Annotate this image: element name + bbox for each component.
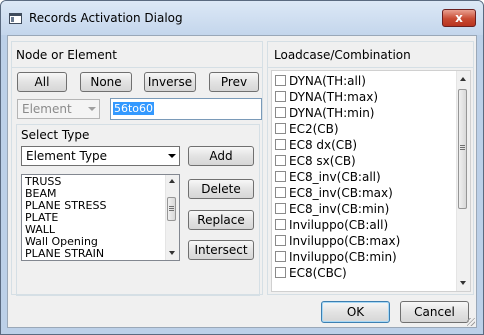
element-type-combo-value: Element Type xyxy=(26,149,108,163)
title-bar[interactable]: Records Activation Dialog x xyxy=(1,1,483,35)
loadcase-panel: Loadcase/Combination DYNA(TH:all) DYNA(T… xyxy=(267,41,474,295)
node-element-combo-value: Element xyxy=(22,102,72,116)
selection-text: 56to60 xyxy=(113,102,155,115)
scroll-up-icon[interactable] xyxy=(169,179,175,183)
element-type-list[interactable]: TRUSS BEAM PLANE STRESS PLATE WALL Wall … xyxy=(21,174,180,261)
node-element-panel: Node or Element All None Inverse Prev El… xyxy=(11,41,263,296)
window-title: Records Activation Dialog xyxy=(29,11,183,25)
node-element-combo[interactable]: Element xyxy=(17,99,100,119)
app-window-icon xyxy=(9,13,22,24)
intersect-button[interactable]: Intersect xyxy=(188,240,254,260)
checkbox[interactable] xyxy=(275,171,286,182)
add-button[interactable]: Add xyxy=(188,146,254,166)
close-button[interactable]: x xyxy=(442,9,476,27)
loadcase-scrollbar[interactable] xyxy=(456,71,470,291)
loadcase-label: EC8 dx(CB) xyxy=(289,138,358,152)
checkbox[interactable] xyxy=(275,139,286,150)
chevron-down-icon xyxy=(168,154,176,158)
delete-button[interactable]: Delete xyxy=(188,179,254,199)
replace-button[interactable]: Replace xyxy=(188,210,254,230)
select-type-label: Select Type xyxy=(21,128,90,142)
checkbox[interactable] xyxy=(275,187,286,198)
grip-line xyxy=(169,206,174,207)
element-list-scrollbar[interactable] xyxy=(165,175,179,260)
grip-line xyxy=(169,210,174,211)
checkbox[interactable] xyxy=(275,203,286,214)
loadcase-list[interactable]: DYNA(TH:all) DYNA(TH:max) DYNA(TH:min) E… xyxy=(271,70,471,292)
checkbox[interactable] xyxy=(275,251,286,262)
grip-line xyxy=(169,208,174,209)
checkbox[interactable] xyxy=(275,155,286,166)
loadcase-header: Loadcase/Combination xyxy=(274,48,411,62)
loadcase-label: Inviluppo(CB:min) xyxy=(289,250,397,264)
loadcase-label: EC8 sx(CB) xyxy=(289,154,356,168)
prev-button[interactable]: Prev xyxy=(209,72,259,92)
chevron-down-icon xyxy=(88,107,96,111)
scroll-down-icon[interactable] xyxy=(169,251,175,255)
checkbox[interactable] xyxy=(275,219,286,230)
all-button[interactable]: All xyxy=(17,72,67,92)
selection-input[interactable]: 56to60 xyxy=(110,98,262,120)
list-item[interactable]: PLANE STRAIN xyxy=(25,248,104,260)
loadcase-label: DYNA(TH:min) xyxy=(289,106,375,120)
inverse-button[interactable]: Inverse xyxy=(144,72,196,92)
element-type-combo[interactable]: Element Type xyxy=(21,146,180,166)
loadcase-label: DYNA(TH:all) xyxy=(289,74,366,88)
checkbox[interactable] xyxy=(275,107,286,118)
grip-line xyxy=(460,145,465,146)
ok-button[interactable]: OK xyxy=(321,301,390,323)
loadcase-label: EC8_inv(CB:max) xyxy=(289,186,393,200)
select-type-group: Select Type Element Type Add TRUSS BEAM … xyxy=(16,124,260,296)
scroll-up-icon[interactable] xyxy=(460,77,466,81)
grip-line xyxy=(460,147,465,148)
scroll-thumb[interactable] xyxy=(167,197,176,221)
loadcase-label: EC8(CBC) xyxy=(289,266,347,280)
dialog-body: Node or Element All None Inverse Prev El… xyxy=(7,35,477,328)
loadcase-label: Inviluppo(CB:all) xyxy=(289,218,389,232)
checkbox[interactable] xyxy=(275,123,286,134)
cancel-button[interactable]: Cancel xyxy=(400,301,469,323)
loadcase-label: Inviluppo(CB:max) xyxy=(289,234,401,248)
loadcase-label: EC8_inv(CB:min) xyxy=(289,202,390,216)
resize-grip-icon[interactable] xyxy=(467,318,475,326)
grip-line xyxy=(460,149,465,150)
loadcase-label: DYNA(TH:max) xyxy=(289,90,379,104)
checkbox[interactable] xyxy=(275,91,286,102)
dialog-window: Records Activation Dialog x Node or Elem… xyxy=(0,0,484,335)
header-divider xyxy=(12,67,262,68)
checkbox[interactable] xyxy=(275,267,286,278)
node-element-header: Node or Element xyxy=(16,48,117,62)
none-button[interactable]: None xyxy=(80,72,132,92)
loadcase-label: EC8_inv(CB:all) xyxy=(289,170,381,184)
header-divider xyxy=(268,67,473,68)
checkbox[interactable] xyxy=(275,75,286,86)
scroll-down-icon[interactable] xyxy=(460,281,466,285)
scroll-thumb[interactable] xyxy=(458,89,467,209)
loadcase-label: EC2(CB) xyxy=(289,122,339,136)
checkbox[interactable] xyxy=(275,235,286,246)
